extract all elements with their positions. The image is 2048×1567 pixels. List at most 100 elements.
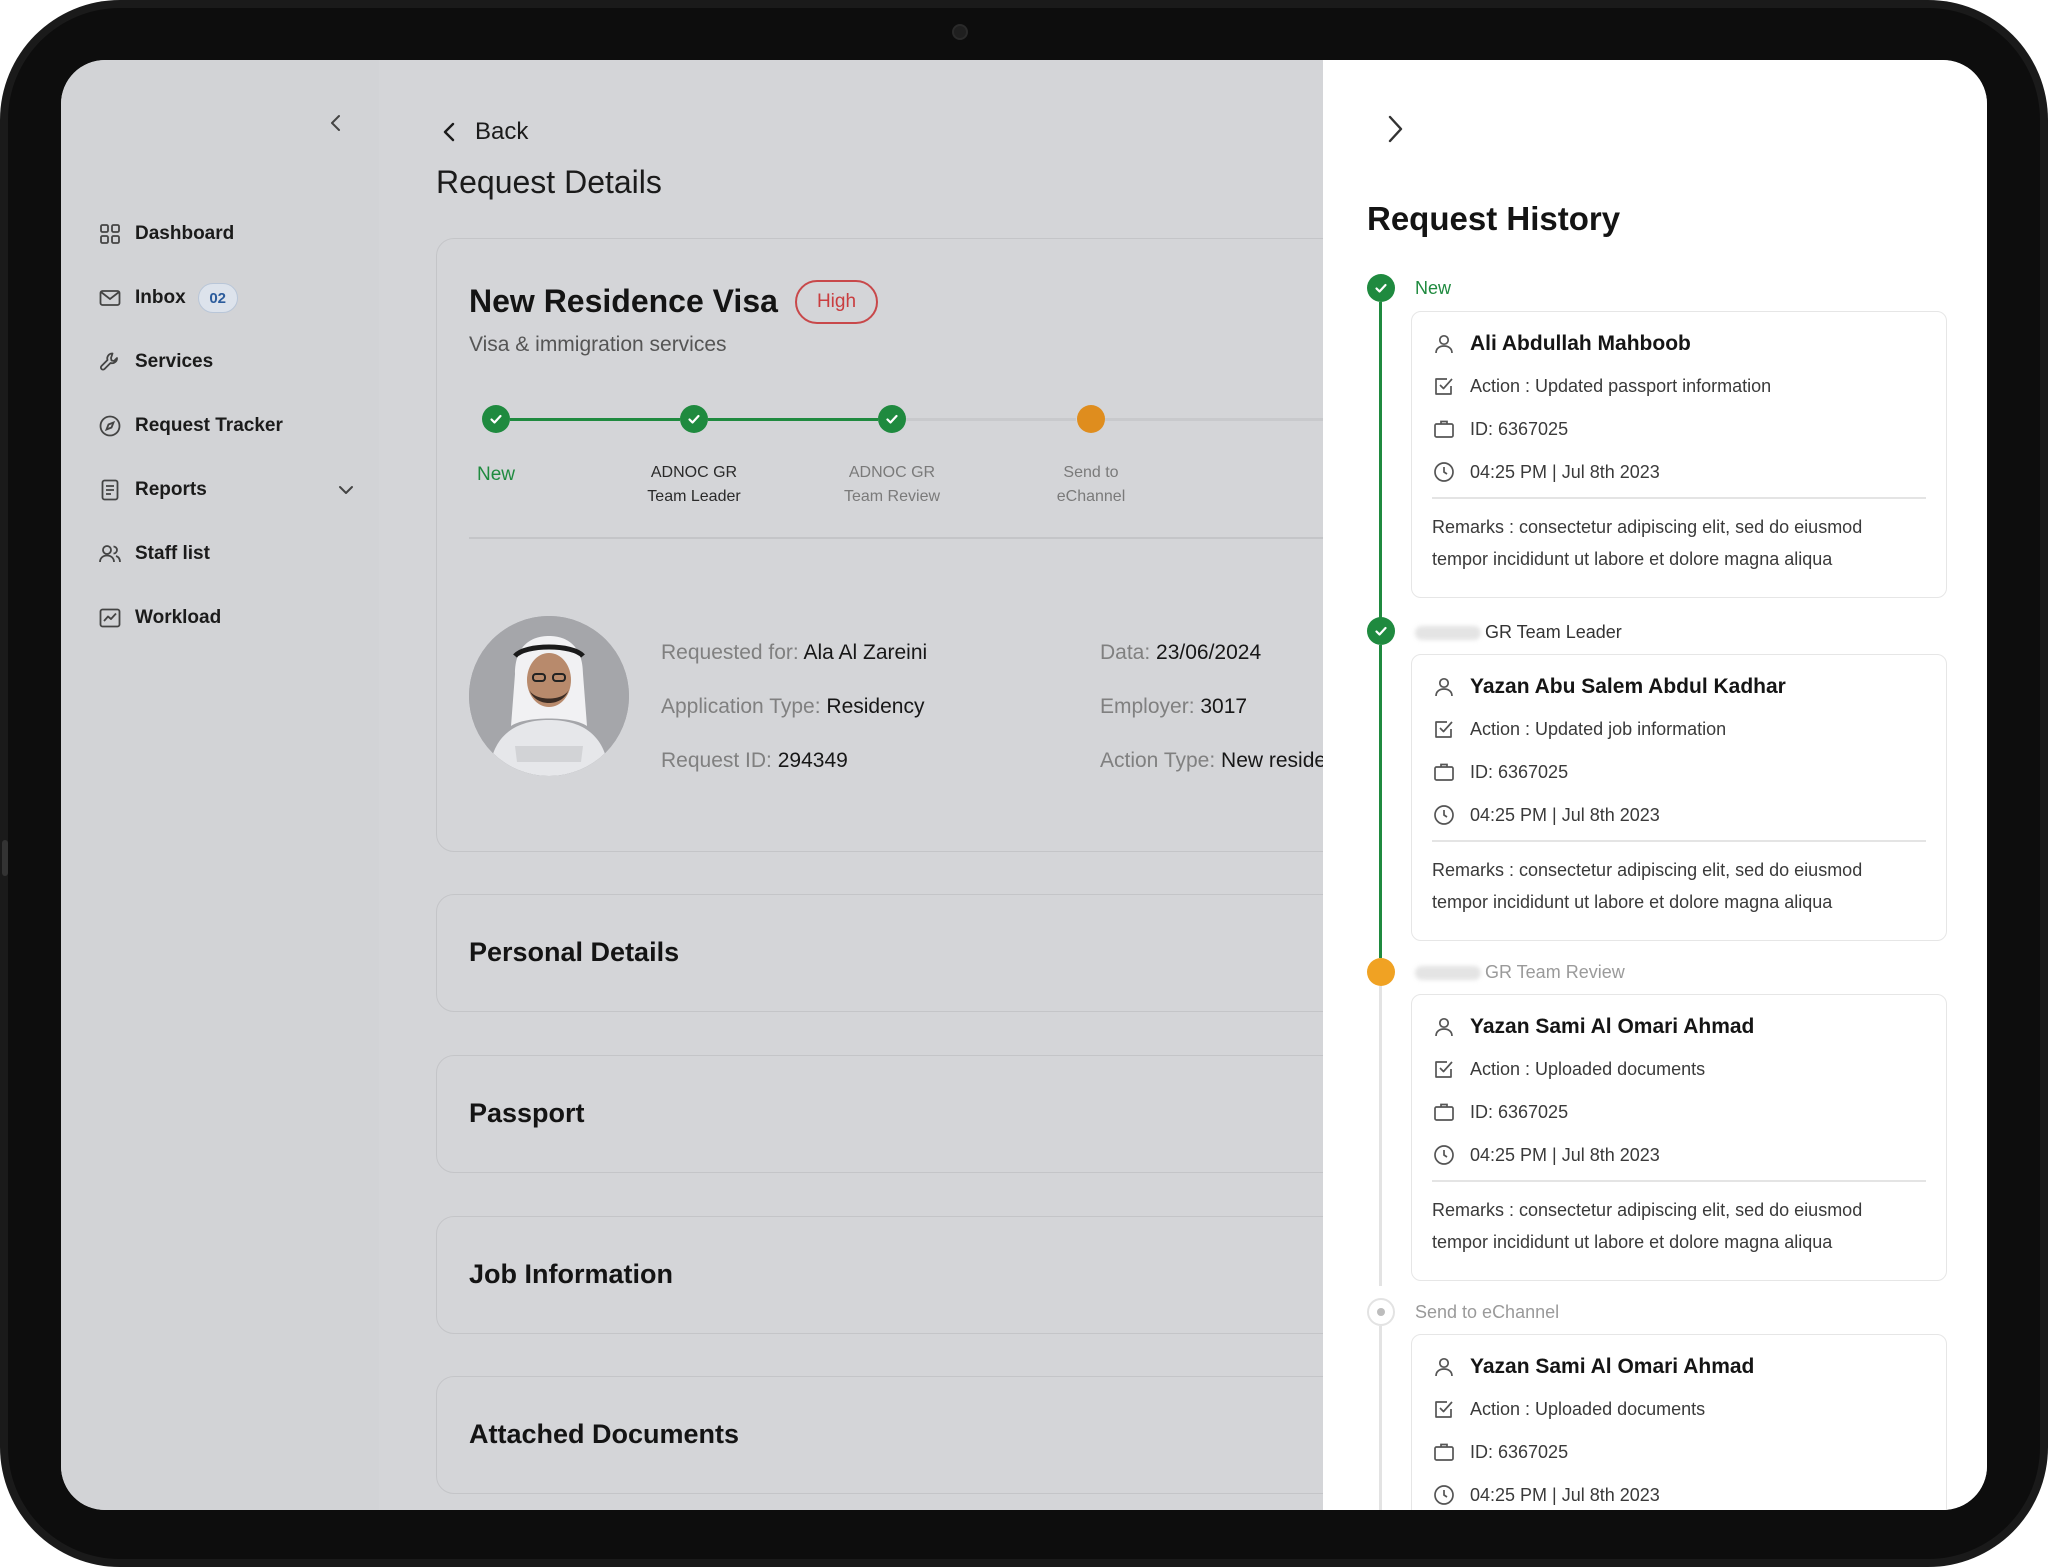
drawer-close-button[interactable] <box>1382 112 1408 146</box>
timeline-line <box>1379 986 1382 1286</box>
step-label: New <box>476 464 515 485</box>
chart-icon <box>97 605 123 631</box>
history-card: Yazan Sami Al Omari Ahmad Action : Uploa… <box>1411 1334 1947 1510</box>
sidebar-item-label: Workload <box>135 607 222 628</box>
sidebar-item-label: Services <box>135 351 214 372</box>
check-icon <box>1375 283 1387 293</box>
check-icon <box>688 414 700 424</box>
sidebar-item-reports[interactable]: Reports <box>97 458 357 522</box>
request-title: New Residence Visa <box>469 283 778 319</box>
sidebar: Dashboard Inbox 02 Services Request Trac… <box>61 60 379 1510</box>
briefcase-icon <box>1432 760 1456 784</box>
check-icon <box>1375 626 1387 636</box>
main-content: Back Request Details New Residence Visa … <box>379 60 1445 1510</box>
screen: Dashboard Inbox 02 Services Request Trac… <box>61 60 1987 1510</box>
document-icon <box>97 477 123 503</box>
back-button[interactable]: Back <box>439 118 528 146</box>
mail-icon <box>97 285 123 311</box>
sidebar-item-request-tracker[interactable]: Request Tracker <box>97 394 357 458</box>
history-time: 04:25 PM | Jul 8th 2023 <box>1470 804 1660 825</box>
checkbox-icon <box>1432 1057 1456 1081</box>
history-user-name: Ali Abdullah Mahboob <box>1470 332 1691 355</box>
history-id: ID: 6367025 <box>1470 1101 1569 1122</box>
tablet-frame: Dashboard Inbox 02 Services Request Trac… <box>0 0 2048 1567</box>
history-action: Action : Updated job information <box>1470 718 1727 739</box>
history-time: 04:25 PM | Jul 8th 2023 <box>1470 461 1660 482</box>
timeline-stage-label: GR Team Review <box>1415 962 1625 983</box>
history-remarks: Remarks : consectetur adipiscing elit, s… <box>1432 860 1863 912</box>
user-icon <box>1432 1015 1456 1039</box>
sidebar-item-label: Request Tracker <box>135 415 283 436</box>
timeline-line <box>1379 302 1382 628</box>
sidebar-item-dashboard[interactable]: Dashboard <box>97 202 357 266</box>
history-card: Ali Abdullah Mahboob Action : Updated pa… <box>1411 311 1947 598</box>
page-title: Request Details <box>436 164 662 200</box>
briefcase-icon <box>1432 417 1456 441</box>
clock-icon <box>1432 1483 1456 1507</box>
request-summary-card: New Residence Visa High Visa & immigrati… <box>436 238 1445 852</box>
priority-badge: High <box>795 280 878 324</box>
sidebar-item-staff-list[interactable]: Staff list <box>97 522 357 586</box>
history-card: Yazan Sami Al Omari Ahmad Action : Uploa… <box>1411 994 1947 1281</box>
section-title: Personal Details <box>469 937 680 967</box>
history-action: Action : Uploaded documents <box>1470 1058 1706 1079</box>
sidebar-item-inbox[interactable]: Inbox 02 <box>97 266 357 330</box>
step-connector <box>708 418 878 421</box>
application-type-field: Application Type: Residency <box>661 695 925 718</box>
section-title: Job Information <box>469 1259 673 1289</box>
sidebar-item-services[interactable]: Services <box>97 330 357 394</box>
divider <box>1432 1180 1926 1182</box>
redacted-text <box>1415 626 1481 641</box>
divider <box>469 537 1435 539</box>
employer-field: Employer: 3017 <box>1100 695 1248 718</box>
step-label: ADNOC GR Team Leader <box>647 464 741 505</box>
job-information-section[interactable]: Job Information <box>436 1216 1436 1334</box>
request-history-drawer: Request History New Ali Abdullah Mahboob… <box>1323 60 1987 1510</box>
user-icon <box>1432 332 1456 356</box>
chevron-right-icon <box>1388 115 1403 143</box>
checkbox-icon <box>1432 717 1456 741</box>
action-type-field: Action Type: New reside <box>1100 749 1327 772</box>
chevron-down-icon[interactable] <box>335 479 357 501</box>
request-id-field: Request ID: 294349 <box>661 749 848 772</box>
sidebar-item-workload[interactable]: Workload <box>97 586 357 650</box>
section-title: Attached Documents <box>469 1419 740 1449</box>
step-connector <box>510 418 680 421</box>
checkbox-icon <box>1432 1397 1456 1421</box>
divider <box>1432 497 1926 499</box>
passport-section[interactable]: Passport <box>436 1055 1436 1173</box>
timeline-stage-label: New <box>1415 278 1452 298</box>
drawer-title: Request History <box>1367 200 1621 237</box>
attached-documents-section[interactable]: Attached Documents <box>436 1376 1436 1494</box>
step-done-dot <box>878 405 906 433</box>
history-user-name: Yazan Sami Al Omari Ahmad <box>1470 1355 1755 1378</box>
personal-details-section[interactable]: Personal Details <box>436 894 1436 1012</box>
sidebar-item-label: Dashboard <box>135 223 235 244</box>
date-field: Data: 23/06/2024 <box>1100 641 1262 664</box>
history-remarks: Remarks : consectetur adipiscing elit, s… <box>1432 517 1863 569</box>
step-connector <box>906 418 1076 421</box>
briefcase-icon <box>1432 1100 1456 1124</box>
history-action: Action : Updated passport information <box>1470 375 1772 396</box>
history-user-name: Yazan Abu Salem Abdul Kadhar <box>1470 675 1786 698</box>
section-title: Passport <box>469 1098 585 1128</box>
sidebar-nav: Dashboard Inbox 02 Services Request Trac… <box>97 202 357 650</box>
avatar <box>469 616 629 776</box>
back-label: Back <box>475 118 529 145</box>
chevron-left-icon <box>331 115 340 131</box>
history-id: ID: 6367025 <box>1470 761 1569 782</box>
step-label: ADNOC GR Team Review <box>843 464 941 505</box>
timeline-pending-dot <box>1367 1298 1395 1326</box>
camera <box>952 24 968 40</box>
step-done-dot <box>680 405 708 433</box>
history-user-name: Yazan Sami Al Omari Ahmad <box>1470 1015 1755 1038</box>
chevron-left-icon <box>443 122 455 142</box>
step-current-dot <box>1077 405 1105 433</box>
timeline-line <box>1379 1326 1382 1510</box>
check-icon <box>490 414 502 424</box>
inbox-count-badge: 02 <box>197 283 238 313</box>
clock-icon <box>1432 460 1456 484</box>
users-icon <box>97 541 123 567</box>
sidebar-collapse-button[interactable] <box>325 112 347 134</box>
compass-icon <box>97 413 123 439</box>
